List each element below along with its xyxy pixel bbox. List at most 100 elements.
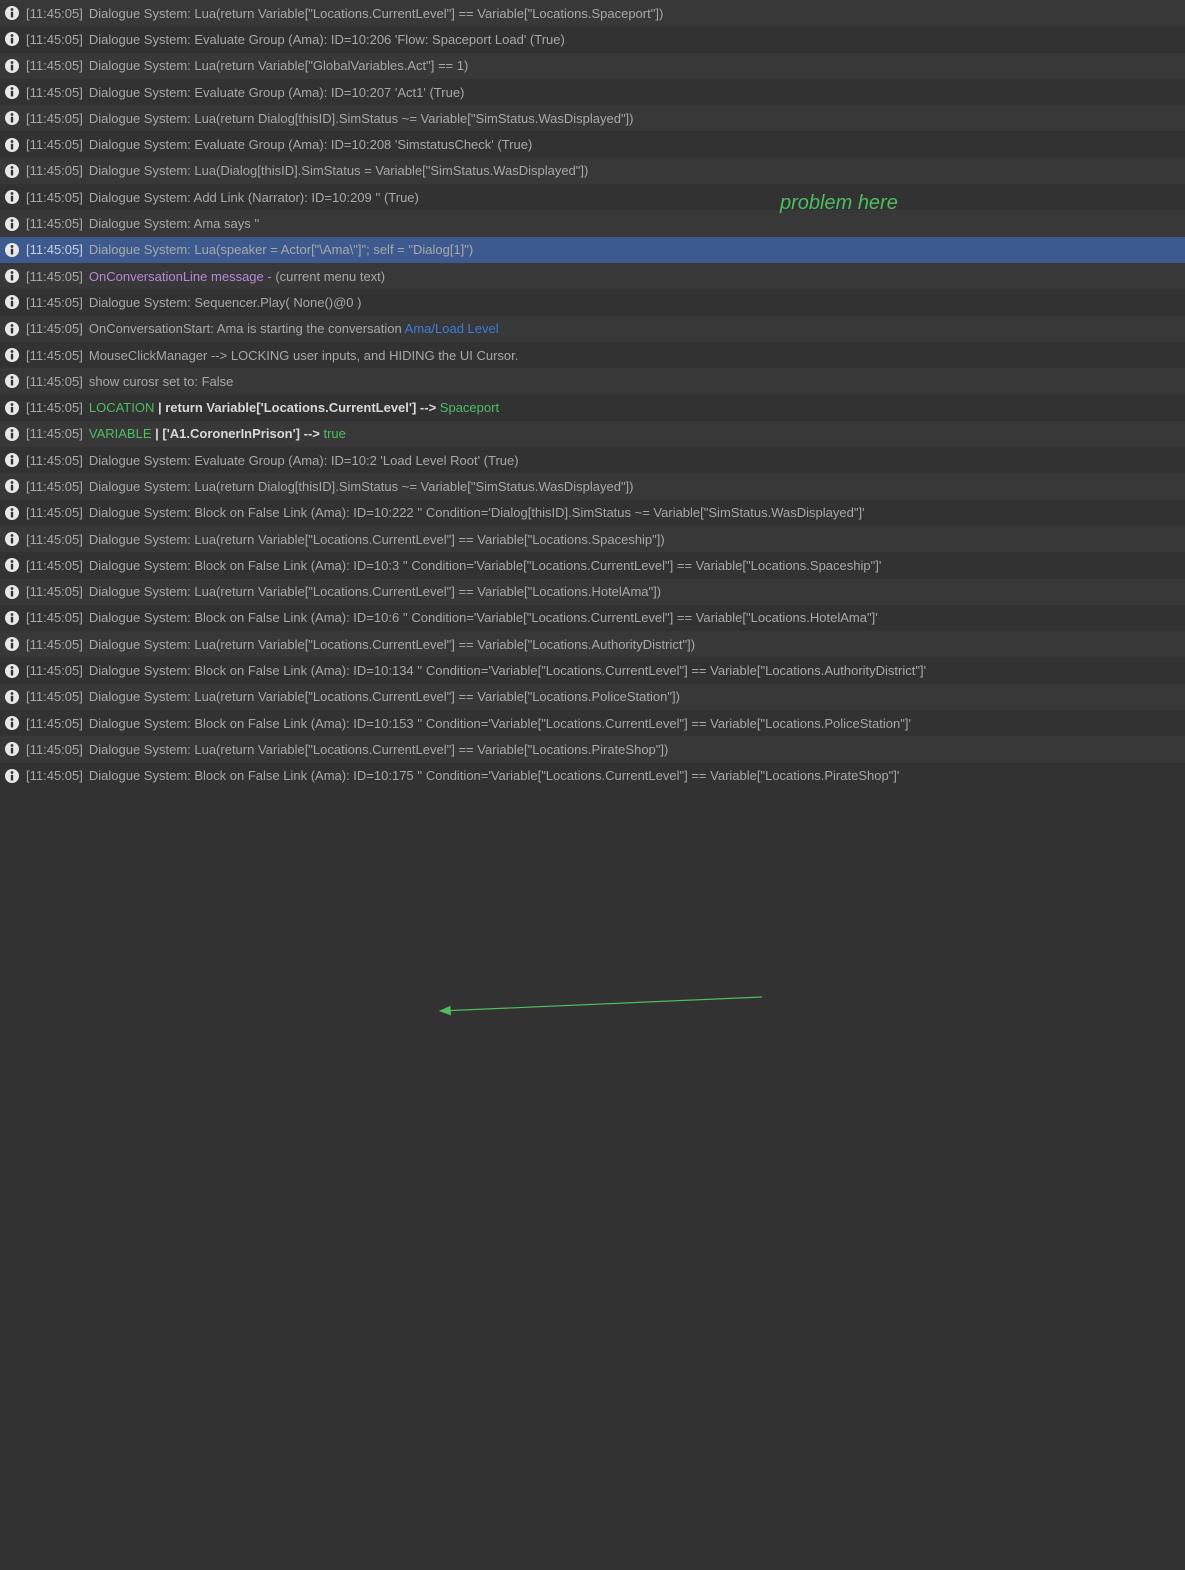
log-message-part: Dialogue System: Lua(return Variable["Lo… [89,6,663,21]
log-timestamp: [11:45:05] [26,610,83,625]
info-icon [4,31,20,47]
log-message: Dialogue System: Add Link (Narrator): ID… [89,190,419,205]
log-row[interactable]: [11:45:05] Dialogue System: Block on Fal… [0,500,1185,526]
log-timestamp: [11:45:05] [26,505,83,520]
log-message-part: Dialogue System: Block on False Link (Am… [89,663,926,678]
log-message: Dialogue System: Lua(Dialog[thisID].SimS… [89,163,588,178]
log-timestamp: [11:45:05] [26,479,83,494]
info-icon [4,294,20,310]
log-row[interactable]: [11:45:05] Dialogue System: Evaluate Gro… [0,131,1185,157]
info-icon [4,400,20,416]
log-row[interactable]: [11:45:05] Dialogue System: Lua(return V… [0,0,1185,26]
info-icon [4,610,20,626]
log-row[interactable]: [11:45:05] LOCATION | return Variable['L… [0,394,1185,420]
log-row[interactable]: [11:45:05] Dialogue System: Lua(return V… [0,53,1185,79]
log-message: Dialogue System: Block on False Link (Am… [89,505,865,520]
log-row[interactable]: [11:45:05] Dialogue System: Sequencer.Pl… [0,289,1185,315]
log-row[interactable]: [11:45:05] Dialogue System: Add Link (Na… [0,184,1185,210]
info-icon [4,426,20,442]
log-row[interactable]: [11:45:05] Dialogue System: Ama says '' [0,210,1185,236]
log-message: VARIABLE | ['A1.CoronerInPrison'] --> tr… [89,426,346,441]
log-timestamp: [11:45:05] [26,400,83,415]
log-message: Dialogue System: Lua(return Variable["Lo… [89,6,663,21]
info-icon [4,584,20,600]
info-icon [4,189,20,205]
info-icon [4,689,20,705]
info-icon [4,715,20,731]
log-timestamp: [11:45:05] [26,163,83,178]
log-message-part: Dialogue System: Lua(return Variable["Lo… [89,584,661,599]
log-row[interactable]: [11:45:05] Dialogue System: Lua(return V… [0,684,1185,710]
log-message-part: Dialogue System: Block on False Link (Am… [89,768,900,783]
log-timestamp: [11:45:05] [26,453,83,468]
log-message-part: Dialogue System: Lua(return Dialog[thisI… [89,111,634,126]
console-log-list: [11:45:05] Dialogue System: Lua(return V… [0,0,1185,789]
log-row[interactable]: [11:45:05] Dialogue System: Evaluate Gro… [0,26,1185,52]
log-timestamp: [11:45:05] [26,58,83,73]
log-row[interactable]: [11:45:05] Dialogue System: Lua(return V… [0,526,1185,552]
log-row[interactable]: [11:45:05] OnConversationLine message - … [0,263,1185,289]
log-timestamp: [11:45:05] [26,584,83,599]
log-message: Dialogue System: Evaluate Group (Ama): I… [89,32,565,47]
log-message: MouseClickManager --> LOCKING user input… [89,348,519,363]
annotation-arrow [0,789,1185,1570]
log-message-part: Dialogue System: Block on False Link (Am… [89,716,911,731]
log-timestamp: [11:45:05] [26,242,83,257]
log-row[interactable]: [11:45:05] Dialogue System: Lua(return D… [0,473,1185,499]
info-icon [4,768,20,784]
log-row[interactable]: [11:45:05] show curosr set to: False [0,368,1185,394]
log-row[interactable]: [11:45:05] Dialogue System: Block on Fal… [0,710,1185,736]
log-message-part: | return Variable['Locations.CurrentLeve… [154,400,439,415]
log-row[interactable]: [11:45:05] Dialogue System: Block on Fal… [0,605,1185,631]
log-message: LOCATION | return Variable['Locations.Cu… [89,400,499,415]
info-icon [4,137,20,153]
info-icon [4,663,20,679]
log-row[interactable]: [11:45:05] Dialogue System: Block on Fal… [0,552,1185,578]
log-row[interactable]: [11:45:05] Dialogue System: Evaluate Gro… [0,79,1185,105]
info-icon [4,741,20,757]
log-row[interactable]: [11:45:05] Dialogue System: Lua(Dialog[t… [0,158,1185,184]
log-timestamp: [11:45:05] [26,85,83,100]
log-row[interactable]: [11:45:05] Dialogue System: Evaluate Gro… [0,447,1185,473]
log-message: Dialogue System: Lua(return Variable["Lo… [89,584,661,599]
log-message-part: Dialogue System: Lua(return Variable["Gl… [89,58,468,73]
log-timestamp: [11:45:05] [26,295,83,310]
log-row[interactable]: [11:45:05] VARIABLE | ['A1.CoronerInPris… [0,421,1185,447]
log-message-part: Dialogue System: Evaluate Group (Ama): I… [89,85,465,100]
log-message: Dialogue System: Lua(return Variable["Lo… [89,532,665,547]
log-timestamp: [11:45:05] [26,558,83,573]
log-message: Dialogue System: Lua(return Dialog[thisI… [89,111,634,126]
info-icon [4,478,20,494]
log-row[interactable]: [11:45:05] Dialogue System: Lua(return V… [0,736,1185,762]
log-message-part: show curosr set to: False [89,374,234,389]
log-timestamp: [11:45:05] [26,742,83,757]
log-timestamp: [11:45:05] [26,321,83,336]
log-message-part: Dialogue System: Evaluate Group (Ama): I… [89,32,565,47]
log-message: Dialogue System: Block on False Link (Am… [89,768,900,783]
log-message-part: true [323,426,345,441]
info-icon [4,110,20,126]
log-message: Dialogue System: Block on False Link (Am… [89,610,878,625]
log-timestamp: [11:45:05] [26,716,83,731]
info-icon [4,505,20,521]
info-icon [4,163,20,179]
log-timestamp: [11:45:05] [26,32,83,47]
log-message-part: OnConversationLine message - [89,269,275,284]
log-message-part: LOCATION [89,400,155,415]
log-message-part: Dialogue System: Lua(return Variable["Lo… [89,637,695,652]
log-message: Dialogue System: Lua(speaker = Actor["\A… [89,242,473,257]
log-row[interactable]: [11:45:05] OnConversationStart: Ama is s… [0,316,1185,342]
log-row[interactable]: [11:45:05] MouseClickManager --> LOCKING… [0,342,1185,368]
log-timestamp: [11:45:05] [26,6,83,21]
log-row[interactable]: [11:45:05] Dialogue System: Block on Fal… [0,657,1185,683]
log-timestamp: [11:45:05] [26,137,83,152]
log-row[interactable]: [11:45:05] Dialogue System: Lua(return V… [0,631,1185,657]
log-message-part: Dialogue System: Lua(return Dialog[thisI… [89,479,634,494]
info-icon [4,84,20,100]
log-timestamp: [11:45:05] [26,190,83,205]
log-row[interactable]: [11:45:05] Dialogue System: Lua(return D… [0,105,1185,131]
log-row[interactable]: [11:45:05] Dialogue System: Lua(speaker … [0,237,1185,263]
log-row[interactable]: [11:45:05] Dialogue System: Lua(return V… [0,579,1185,605]
log-message-part: Ama/Load Level [405,321,499,336]
log-message: Dialogue System: Block on False Link (Am… [89,558,881,573]
